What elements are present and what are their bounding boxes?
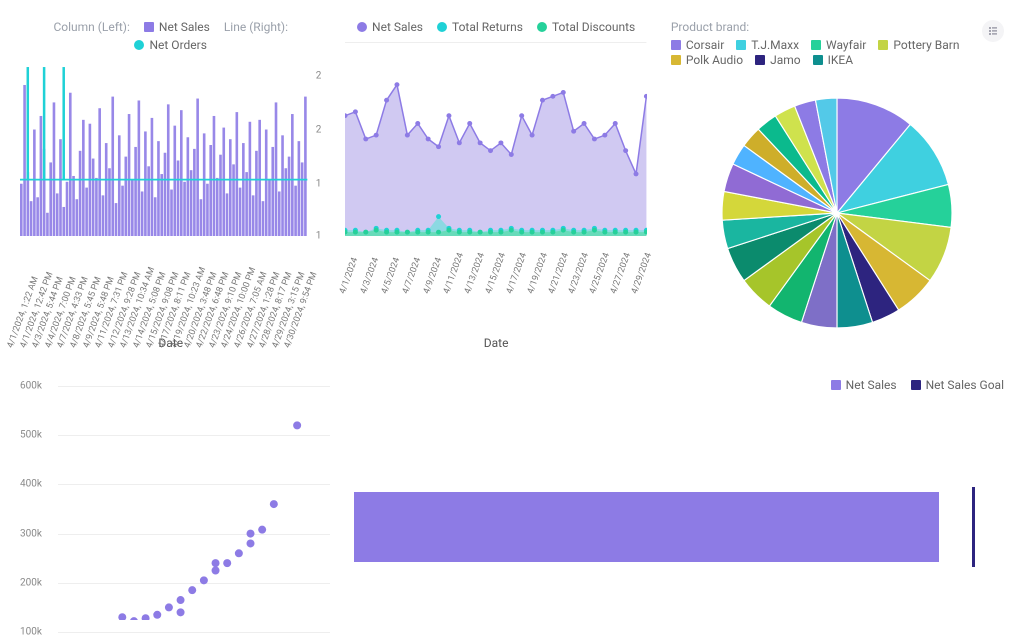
combo-chart: Column (Left): Net Sales Line (Right): N… xyxy=(20,20,321,350)
combo-left-label: Column (Left): xyxy=(53,20,129,34)
net-sales-bar xyxy=(354,492,939,562)
area-xtick: 4/17/2024 xyxy=(505,252,529,296)
area-xtick: 4/13/2024 xyxy=(463,252,487,296)
menu-icon[interactable] xyxy=(982,20,1004,42)
bottom-row: 100k200k300k400k500k600k Net Sales Net S… xyxy=(20,378,1004,620)
area-chart: Net Sales Total Returns Total Discounts … xyxy=(345,20,646,350)
legend-net-sales-area[interactable]: Net Sales xyxy=(357,20,423,34)
net-sales-goal-marker xyxy=(972,487,975,567)
area-x-axis-label: Date xyxy=(345,336,646,350)
legend-text: Net Sales xyxy=(159,20,210,34)
area-xtick: 4/3/2024 xyxy=(359,252,383,296)
pie-group-label: Product brand: xyxy=(671,20,749,34)
combo-plot[interactable]: 1122 4/1/2024, 1:22 AM4/1/2024, 12:42 PM… xyxy=(20,60,321,236)
scatter-ytick: 500k xyxy=(20,430,42,441)
pie-plot[interactable] xyxy=(671,76,1004,350)
pie-legend-item[interactable]: Pottery Barn xyxy=(878,38,959,52)
dashboard: Column (Left): Net Sales Line (Right): N… xyxy=(0,0,1024,640)
pie-legend-item[interactable]: IKEA xyxy=(813,53,853,67)
legend-net-sales[interactable]: Net Sales xyxy=(144,20,210,34)
legend-bar-goal[interactable]: Net Sales Goal xyxy=(911,378,1004,392)
combo-right-label: Line (Right): xyxy=(224,20,288,34)
legend-total-discounts[interactable]: Total Discounts xyxy=(537,20,635,34)
area-plot[interactable]: 4/1/20244/3/20244/5/20244/7/20244/9/2024… xyxy=(345,42,646,236)
pie-chart: Product brand: Corsair T.J.Maxx Wayfair Pot… xyxy=(671,20,1004,350)
legend-net-orders[interactable]: Net Orders xyxy=(134,38,206,52)
legend-total-returns[interactable]: Total Returns xyxy=(437,20,523,34)
area-xtick: 4/15/2024 xyxy=(484,252,508,296)
pie-legend-item[interactable]: Corsair xyxy=(671,38,724,52)
pie-legend-item[interactable]: Wayfair xyxy=(811,38,866,52)
area-legend: Net Sales Total Returns Total Discounts xyxy=(345,20,646,34)
area-xtick: 4/25/2024 xyxy=(588,252,612,296)
scatter-ytick: 200k xyxy=(20,577,42,588)
area-xtick: 4/29/2024 xyxy=(630,252,654,296)
scatter-ytick: 100k xyxy=(20,627,42,638)
scatter-ytick: 400k xyxy=(20,479,42,490)
pie-legend-item[interactable]: T.J.Maxx xyxy=(736,38,799,52)
combo-ytick: 2 xyxy=(316,71,322,82)
area-xtick: 4/7/2024 xyxy=(401,252,425,296)
combo-ytick: 2 xyxy=(316,125,322,136)
pie-legend: Product brand: Corsair T.J.Maxx Wayfair Pot… xyxy=(671,20,1004,68)
pie-legend-item[interactable]: Jamo xyxy=(755,53,801,67)
combo-ytick: 1 xyxy=(316,179,322,190)
combo-legend: Column (Left): Net Sales Line (Right): N… xyxy=(20,20,321,52)
area-xtick: 4/5/2024 xyxy=(380,252,404,296)
legend-bar-net-sales[interactable]: Net Sales xyxy=(831,378,897,392)
bar-legend: Net Sales Net Sales Goal xyxy=(354,378,1004,392)
bar-goal-chart: Net Sales Net Sales Goal xyxy=(354,378,1004,620)
scatter-ytick: 300k xyxy=(20,528,42,539)
area-xtick: 4/27/2024 xyxy=(609,252,633,296)
pie-legend-item[interactable]: Polk Audio xyxy=(671,53,743,67)
scatter-chart[interactable]: 100k200k300k400k500k600k xyxy=(20,378,330,620)
legend-text: Net Orders xyxy=(149,38,206,52)
top-row: Column (Left): Net Sales Line (Right): N… xyxy=(20,20,1004,350)
scatter-ytick: 600k xyxy=(20,381,42,392)
area-xtick: 4/19/2024 xyxy=(526,252,550,296)
combo-ytick: 1 xyxy=(316,231,322,242)
